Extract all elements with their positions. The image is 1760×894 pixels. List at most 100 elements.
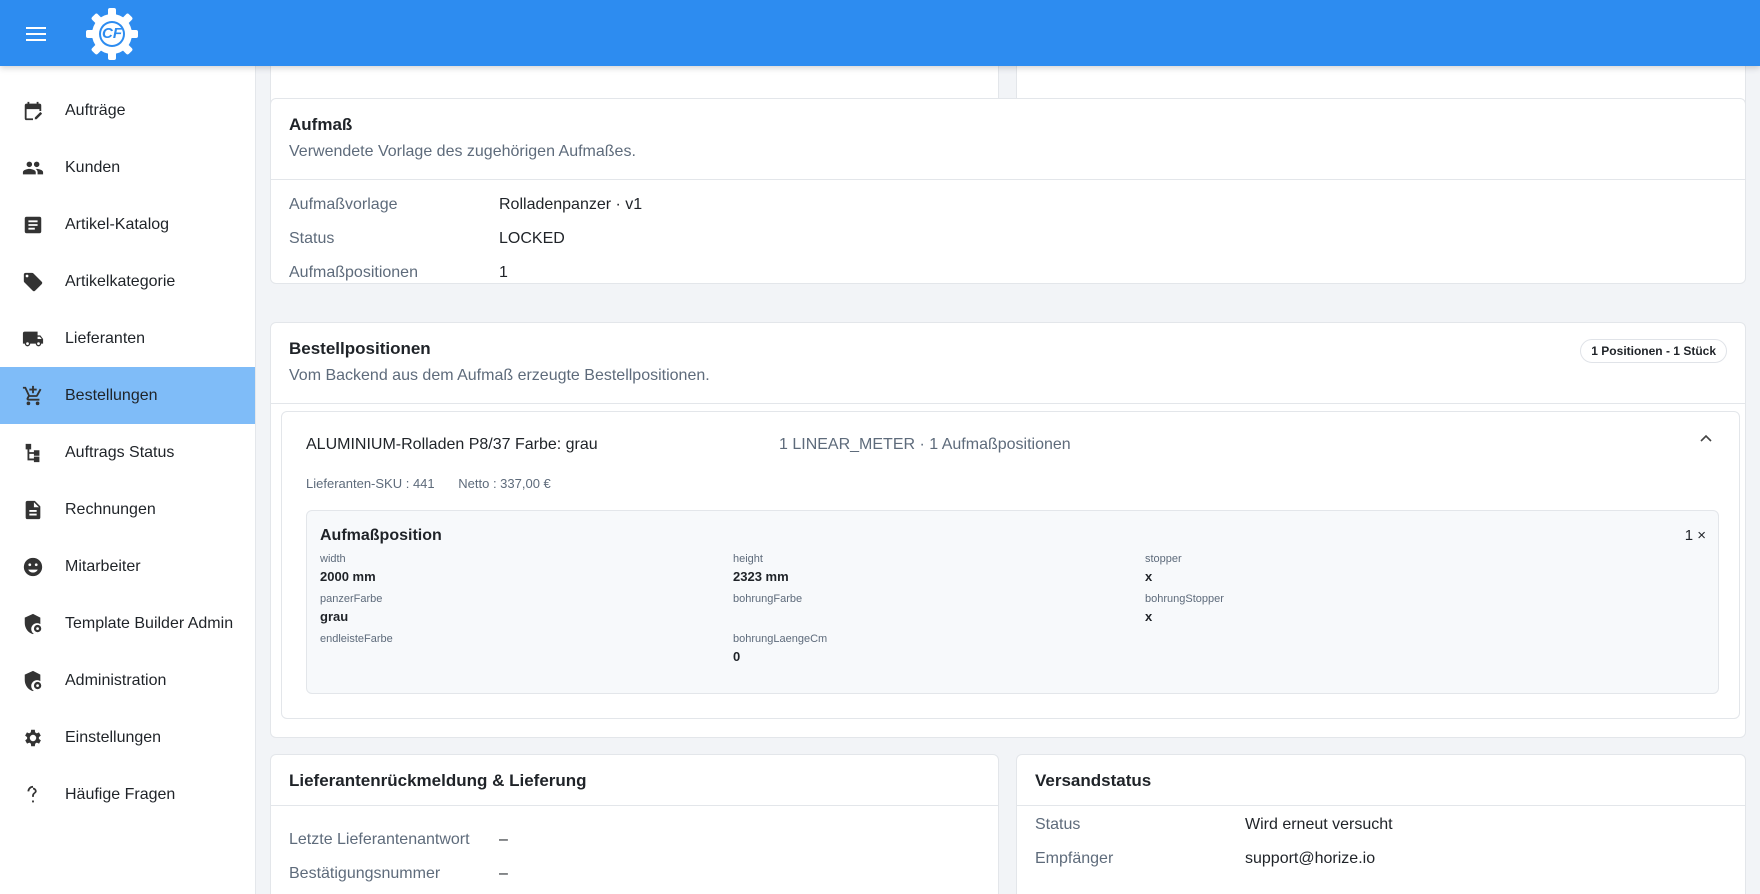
tag-icon bbox=[20, 269, 46, 295]
sidebar-item-label: Bestellungen bbox=[65, 386, 158, 404]
sidebar-item-bestellungen[interactable]: Bestellungen bbox=[0, 367, 255, 424]
sidebar-item-label: Artikel-Katalog bbox=[65, 215, 170, 233]
sidebar-item-artikel-katalog[interactable]: Artikel-Katalog bbox=[0, 196, 255, 253]
sidebar-item-lieferanten[interactable]: Lieferanten bbox=[0, 310, 255, 367]
aufmass-subtitle: Verwendete Vorlage des zugehörigen Aufma… bbox=[289, 143, 636, 160]
sidebar: Aufträge Kunden Artikel-Katalog Artikelk… bbox=[0, 66, 256, 894]
people-icon bbox=[20, 155, 46, 181]
field-value: x bbox=[1145, 609, 1153, 624]
sidebar-item-label: Mitarbeiter bbox=[65, 557, 141, 575]
divider bbox=[271, 805, 998, 806]
sidebar-item-kunden[interactable]: Kunden bbox=[0, 139, 255, 196]
sidebar-item-label: Lieferanten bbox=[65, 329, 146, 347]
sidebar-item-label: Artikelkategorie bbox=[65, 272, 176, 290]
field-value: 2000 mm bbox=[320, 569, 376, 584]
document-list-icon bbox=[20, 212, 46, 238]
logo[interactable]: CF bbox=[84, 6, 140, 62]
sidebar-item-label: Häufige Fragen bbox=[65, 785, 176, 803]
logo-text: CF bbox=[102, 25, 122, 42]
field-stopper: stopper x bbox=[1145, 553, 1182, 584]
field-label: stopper bbox=[1145, 553, 1182, 565]
field-value: 0 bbox=[733, 649, 741, 664]
field-label: width bbox=[320, 553, 346, 565]
row-key: Status bbox=[1035, 816, 1081, 833]
chevron-up-icon[interactable] bbox=[1699, 432, 1713, 446]
shield-gear-icon bbox=[20, 668, 46, 694]
item-meta: 1 LINEAR_METER · 1 Aufmaßpositionen bbox=[779, 436, 1071, 453]
bestellpositionen-title: Bestellpositionen bbox=[289, 339, 431, 358]
row-value: – bbox=[499, 831, 508, 848]
row-value: support@horize.io bbox=[1245, 850, 1376, 867]
divider bbox=[271, 403, 1745, 404]
sidebar-item-administration[interactable]: Administration bbox=[0, 652, 255, 709]
field-value bbox=[733, 609, 802, 623]
staff-icon bbox=[20, 554, 46, 580]
sidebar-item-auftraege[interactable]: Aufträge bbox=[0, 82, 255, 139]
field-panzerfarbe: panzerFarbe grau bbox=[320, 593, 382, 624]
lieferung-card: Lieferantenrückmeldung & Lieferung Letzt… bbox=[270, 754, 999, 894]
sidebar-item-label: Rechnungen bbox=[65, 500, 156, 518]
field-value: x bbox=[1145, 569, 1153, 584]
cart-add-icon bbox=[20, 383, 46, 409]
row-key: Status bbox=[289, 230, 335, 247]
position-title: Aufmaßposition bbox=[320, 527, 442, 544]
versand-card: Versandstatus Status Wird erneut versuch… bbox=[1016, 754, 1746, 894]
row-value: Wird erneut versucht bbox=[1245, 816, 1393, 833]
item-netto: Netto : 337,00 € bbox=[458, 476, 551, 491]
workflow-icon bbox=[20, 440, 46, 466]
field-value bbox=[320, 649, 393, 663]
sidebar-item-einstellungen[interactable]: Einstellungen bbox=[0, 709, 255, 766]
field-bohrungstopper: bohrungStopper x bbox=[1145, 593, 1224, 624]
gear-icon bbox=[20, 725, 46, 751]
field-height: height 2323 mm bbox=[733, 553, 789, 584]
main-content: Aufmaß Verwendete Vorlage des zugehörige… bbox=[256, 66, 1760, 894]
sidebar-item-label: Administration bbox=[65, 671, 167, 689]
sidebar-item-template-builder-admin[interactable]: Template Builder Admin bbox=[0, 595, 255, 652]
aufmass-title: Aufmaß bbox=[289, 115, 353, 134]
sidebar-item-haeufige-fragen[interactable]: Häufige Fragen bbox=[0, 766, 255, 823]
sidebar-item-auftrags-status[interactable]: Auftrags Status bbox=[0, 424, 255, 481]
row-key: Aufmaßvorlage bbox=[289, 196, 398, 213]
sidebar-item-label: Template Builder Admin bbox=[65, 614, 234, 632]
item-title: ALUMINIUM-Rolladen P8/37 Farbe: grau bbox=[306, 436, 598, 453]
row-key: Empfänger bbox=[1035, 850, 1114, 867]
app-bar: CF bbox=[0, 0, 1760, 66]
sidebar-item-label: Einstellungen bbox=[65, 728, 162, 746]
versand-title: Versandstatus bbox=[1035, 771, 1152, 790]
item-sku: Lieferanten-SKU : 441 bbox=[306, 476, 435, 491]
aufmassposition-box: Aufmaßposition 1 × width 2000 mm height … bbox=[306, 510, 1719, 694]
field-label: height bbox=[733, 553, 763, 565]
field-bohrungfarbe: bohrungFarbe bbox=[733, 593, 802, 623]
order-position-item[interactable]: ALUMINIUM-Rolladen P8/37 Farbe: grau 1 L… bbox=[281, 411, 1740, 719]
bestellpositionen-card: Bestellpositionen Vom Backend aus dem Au… bbox=[270, 322, 1746, 738]
row-key: Letzte Lieferantenantwort bbox=[289, 831, 470, 848]
field-label: endleisteFarbe bbox=[320, 633, 393, 645]
row-value: LOCKED bbox=[499, 230, 565, 247]
invoice-icon bbox=[20, 497, 46, 523]
sidebar-item-label: Auftrags Status bbox=[65, 443, 175, 461]
item-info: Lieferanten-SKU : 441 Netto : 337,00 € bbox=[306, 476, 571, 491]
row-value: Rolladenpanzer · v1 bbox=[499, 196, 643, 213]
positions-count-badge: 1 Positionen - 1 Stück bbox=[1580, 339, 1727, 363]
field-width: width 2000 mm bbox=[320, 553, 376, 584]
question-icon bbox=[20, 782, 46, 808]
lieferung-title: Lieferantenrückmeldung & Lieferung bbox=[289, 771, 587, 790]
bestellpositionen-subtitle: Vom Backend aus dem Aufmaß erzeugte Best… bbox=[289, 367, 710, 384]
row-key: Aufmaßpositionen bbox=[289, 264, 418, 281]
divider bbox=[271, 179, 1745, 180]
sidebar-item-mitarbeiter[interactable]: Mitarbeiter bbox=[0, 538, 255, 595]
field-value: grau bbox=[320, 609, 349, 624]
field-value: 2323 mm bbox=[733, 569, 789, 584]
sidebar-item-rechnungen[interactable]: Rechnungen bbox=[0, 481, 255, 538]
field-label: bohrungFarbe bbox=[733, 593, 803, 605]
sidebar-item-label: Aufträge bbox=[65, 101, 126, 119]
shield-gear-icon bbox=[20, 611, 46, 637]
sidebar-item-artikelkategorie[interactable]: Artikelkategorie bbox=[0, 253, 255, 310]
truck-icon bbox=[20, 326, 46, 352]
row-key: Bestätigungsnummer bbox=[289, 865, 441, 882]
row-value: 1 bbox=[499, 264, 508, 281]
field-bohrunglaengecm: bohrungLaengeCm 0 bbox=[733, 633, 827, 664]
aufmass-card: Aufmaß Verwendete Vorlage des zugehörige… bbox=[270, 98, 1746, 284]
divider bbox=[1017, 805, 1745, 806]
menu-icon[interactable] bbox=[26, 23, 54, 43]
